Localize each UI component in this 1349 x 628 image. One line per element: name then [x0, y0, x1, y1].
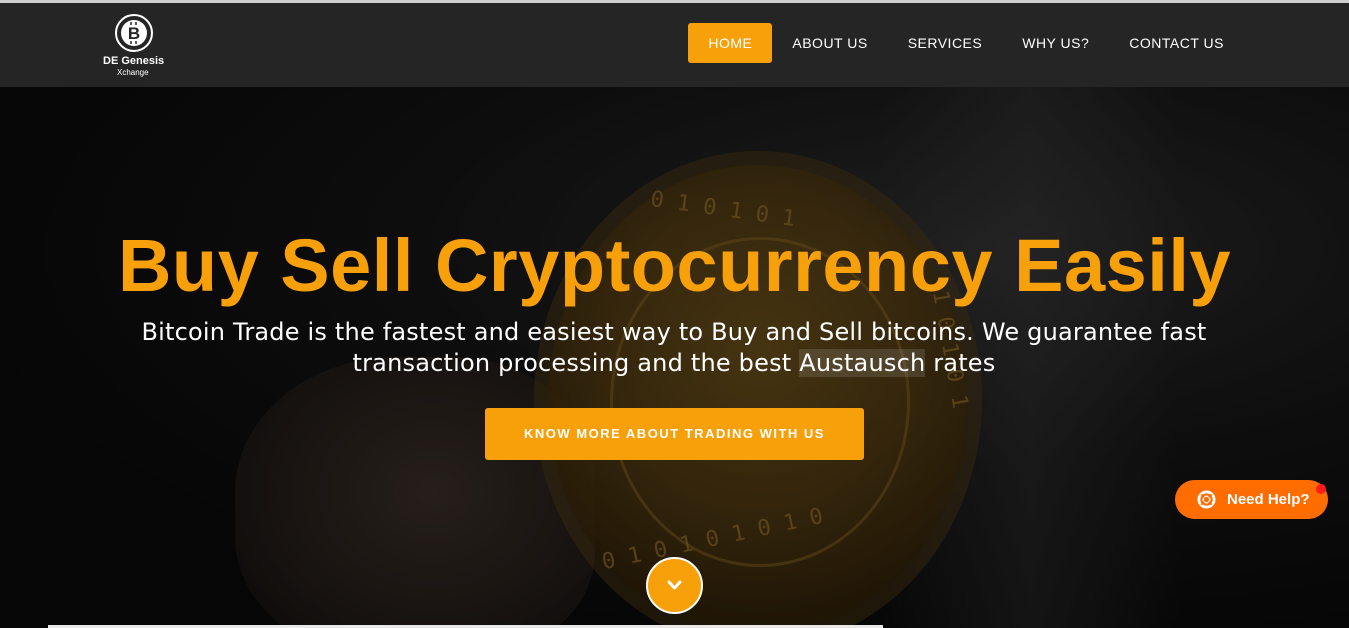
hero-title: Buy Sell Cryptocurrency Easily — [117, 224, 1232, 307]
brand-subtitle: Xchange — [117, 68, 149, 77]
hero-text-highlight: Austausch — [799, 349, 926, 377]
need-help-button[interactable]: Need Help? — [1175, 480, 1328, 519]
page: B DE Genesis Xchange HOME ABOUT US SERVI… — [0, 0, 1349, 628]
nav-item-about-us[interactable]: ABOUT US — [772, 23, 887, 63]
lifebuoy-icon — [1197, 490, 1216, 509]
need-help-label: Need Help? — [1227, 491, 1310, 508]
hero-text-part1: Bitcoin Trade is the fastest and easiest… — [141, 318, 1207, 377]
scroll-down-button[interactable] — [646, 557, 703, 614]
nav-item-why-us[interactable]: WHY US? — [1002, 23, 1109, 63]
notification-dot — [1316, 484, 1326, 494]
nav-item-contact-us[interactable]: CONTACT US — [1109, 23, 1244, 63]
hero-description: Bitcoin Trade is the fastest and easiest… — [124, 317, 1224, 379]
brand-logo[interactable]: B DE Genesis Xchange — [100, 13, 170, 79]
bitcoin-logo-icon: B — [115, 14, 153, 52]
hero-section: 0 1 0 1 0 1 0 1 0 1 0 1 0 1 0 1 0 1 0 1 … — [0, 87, 1349, 628]
chevron-down-icon — [667, 580, 682, 590]
main-nav: HOME ABOUT US SERVICES WHY US? CONTACT U… — [688, 23, 1244, 63]
know-more-button[interactable]: KNOW MORE ABOUT TRADING WITH US — [485, 408, 864, 460]
header: B DE Genesis Xchange HOME ABOUT US SERVI… — [0, 3, 1349, 87]
hero-text-part2: rates — [925, 349, 996, 377]
brand-name: DE Genesis — [103, 55, 165, 67]
nav-item-services[interactable]: SERVICES — [888, 23, 1003, 63]
svg-text:B: B — [128, 24, 140, 43]
nav-item-home[interactable]: HOME — [688, 23, 773, 63]
